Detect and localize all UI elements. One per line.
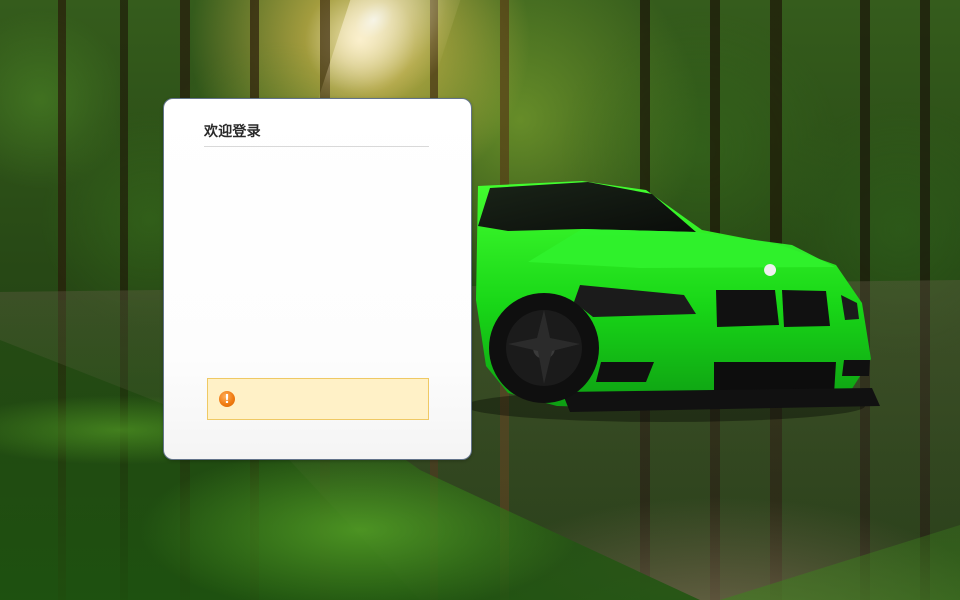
dialog-title: 欢迎登录 xyxy=(204,124,261,140)
alert-message: ! xyxy=(207,378,429,420)
warning-icon: ! xyxy=(219,391,235,407)
login-screen: 欢迎登录 ! xyxy=(0,0,960,600)
login-dialog: 欢迎登录 ! xyxy=(163,98,472,460)
title-divider xyxy=(204,146,429,147)
car-illustration xyxy=(470,181,880,422)
green-car xyxy=(470,174,882,429)
